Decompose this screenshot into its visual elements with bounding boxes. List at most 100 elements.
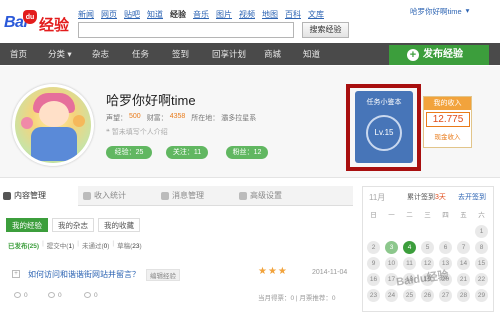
views-metric: 0 xyxy=(14,292,28,299)
votes-metric: 0 xyxy=(48,292,62,299)
filter-published[interactable]: 已发布(25) xyxy=(8,240,39,250)
calendar-day[interactable]: 25 xyxy=(403,289,416,302)
top-link[interactable]: 音乐 xyxy=(193,9,209,21)
publish-date: 2014-11-04 xyxy=(312,269,348,276)
top-link[interactable]: 图片 xyxy=(216,9,232,21)
following-count-badge[interactable]: 关注：11 xyxy=(166,146,208,159)
calendar-day[interactable]: 11 xyxy=(403,257,416,270)
goto-signin-link[interactable]: 去开签到 xyxy=(458,192,486,202)
calendar-day[interactable]: 4 xyxy=(403,241,416,254)
experience-title-link[interactable]: 如何访问和谐谐街网站并留言？ xyxy=(28,269,140,280)
calendar-day[interactable]: 16 xyxy=(367,273,380,286)
calendar-day[interactable]: 27 xyxy=(439,289,452,302)
content-tabs: 内容管理 收入统计 消息管理 高级设置 xyxy=(0,186,353,206)
baidu-jingyan-logo[interactable]: Bai du 经验 xyxy=(4,10,74,36)
tab-label: 内容管理 xyxy=(14,191,46,200)
top-link[interactable]: 地图 xyxy=(262,9,278,21)
nav-item-home[interactable]: 首页 xyxy=(10,43,27,65)
chart-icon xyxy=(83,192,91,200)
expand-icon[interactable]: + xyxy=(12,270,20,278)
nav-item-tasks[interactable]: 任务 xyxy=(132,43,149,65)
task-book[interactable]: 任务小鉴本 Lv.15 xyxy=(355,91,413,163)
calendar-day[interactable]: 9 xyxy=(367,257,380,270)
filter-submitting[interactable]: 提交中(1) xyxy=(47,240,74,250)
experience-count-badge[interactable]: 经验：25 xyxy=(106,146,152,159)
calendar-day[interactable]: 24 xyxy=(385,289,398,302)
top-link[interactable]: 贴吧 xyxy=(124,9,140,21)
tab-label: 消息管理 xyxy=(172,191,204,200)
tab-message-management[interactable]: 消息管理 xyxy=(158,186,236,206)
calendar-day[interactable]: 23 xyxy=(367,289,380,302)
calendar-day[interactable]: 26 xyxy=(421,289,434,302)
followers-count-badge[interactable]: 粉丝：12 xyxy=(226,146,268,159)
heart-icon xyxy=(84,292,91,298)
filter-drafts[interactable]: 草稿(23) xyxy=(117,240,142,250)
nav-item-magazine[interactable]: 杂志 xyxy=(92,43,109,65)
calendar-weekday: 二 xyxy=(406,212,413,219)
level-badge: Lv.15 xyxy=(366,115,402,151)
top-link[interactable]: 网页 xyxy=(101,9,117,21)
location-value: 灞多拉星系 xyxy=(221,115,257,122)
nav-item-zhidao[interactable]: 知道 xyxy=(303,43,320,65)
top-link[interactable]: 新闻 xyxy=(78,9,94,21)
calendar-day[interactable]: 7 xyxy=(457,241,470,254)
user-dropdown-arrow[interactable]: ▾ xyxy=(466,6,470,17)
prestige-value: 500 xyxy=(129,113,141,120)
calendar-day[interactable]: 6 xyxy=(439,241,452,254)
nav-item-share-plan[interactable]: 回享计划 xyxy=(212,43,246,65)
tab-advanced-settings[interactable]: 高级设置 xyxy=(236,186,314,206)
signature-text: 暂未填写个人介绍 xyxy=(111,129,168,136)
top-link[interactable]: 文库 xyxy=(308,9,324,21)
tab-content-management[interactable]: 内容管理 xyxy=(0,186,78,206)
eye-icon xyxy=(14,292,21,298)
signin-calendar: 11月 累计签到3天 去开签到 日一二三四五六 1 2 3 4 5 6 7 8 9 10 11 12 13… xyxy=(362,186,494,312)
avatar[interactable] xyxy=(12,84,94,166)
calendar-day[interactable]: 21 xyxy=(457,273,470,286)
calendar-weekday: 五 xyxy=(460,212,467,219)
search-button[interactable]: 搜索经验 xyxy=(302,22,349,38)
calendar-day[interactable]: 10 xyxy=(385,257,398,270)
comments-metric: 0 xyxy=(84,292,98,299)
income-box[interactable]: 我的收入 12.775 现金收入 xyxy=(423,96,472,148)
calendar-day[interactable]: 28 xyxy=(457,289,470,302)
publish-experience-button[interactable]: + 发布经验 xyxy=(389,45,489,65)
calendar-day[interactable]: 5 xyxy=(421,241,434,254)
thumb-icon xyxy=(48,292,55,298)
calendar-day[interactable]: 3 xyxy=(385,241,398,254)
prestige-label: 声望： xyxy=(106,115,127,122)
message-icon xyxy=(161,192,169,200)
subtab-my-favorites[interactable]: 我的收藏 xyxy=(98,218,140,232)
gear-icon xyxy=(239,192,247,200)
edit-experience-tag[interactable]: 编辑经验 xyxy=(146,269,180,281)
calendar-day[interactable]: 14 xyxy=(457,257,470,270)
top-link[interactable]: 视频 xyxy=(239,9,255,21)
calendar-day[interactable]: 15 xyxy=(475,257,488,270)
calendar-day[interactable]: 2 xyxy=(367,241,380,254)
nav-item-signin[interactable]: 签到 xyxy=(172,43,189,65)
wealth-label: 财富： xyxy=(146,115,168,122)
calendar-day[interactable]: 8 xyxy=(475,241,488,254)
tab-label: 高级设置 xyxy=(250,191,282,200)
nav-item-category[interactable]: 分类 ▾ xyxy=(48,43,72,65)
top-link[interactable]: 知道 xyxy=(147,9,163,21)
tab-income-stats[interactable]: 收入统计 xyxy=(80,186,158,206)
filter-rejected[interactable]: 未通过(0) xyxy=(82,240,109,250)
calendar-day[interactable]: 22 xyxy=(475,273,488,286)
subtabs: 我的经验 我的杂志 我的收藏 xyxy=(6,218,140,232)
calendar-day[interactable]: 1 xyxy=(475,225,488,238)
logo-paw-icon: du xyxy=(23,10,37,24)
status-filter-row: 已发布(25) | 提交中(1) | 未通过(0) | 草稿(23) xyxy=(8,240,142,250)
username-link[interactable]: 哈罗你好啊time xyxy=(410,6,462,17)
list-item: + 如何访问和谐谐街网站并留言？ 编辑经验 ★★★ 2014-11-04 xyxy=(6,266,351,282)
calendar-weekday: 日 xyxy=(370,212,377,219)
subtab-my-magazine[interactable]: 我的杂志 xyxy=(52,218,94,232)
top-link[interactable]: 百科 xyxy=(285,9,301,21)
location-label: 所在地： xyxy=(191,115,220,122)
profile-signature[interactable]: ❝ 暂未填写个人介绍 xyxy=(106,127,168,137)
profile-stats: 声望： 500 财富： 4358 所在地： 灞多拉星系 xyxy=(106,113,256,123)
top-link-active[interactable]: 经验 xyxy=(170,9,186,21)
subtab-my-experience[interactable]: 我的经验 xyxy=(6,218,48,232)
search-input[interactable] xyxy=(78,22,294,38)
nav-item-mall[interactable]: 商城 xyxy=(264,43,281,65)
calendar-day[interactable]: 29 xyxy=(475,289,488,302)
